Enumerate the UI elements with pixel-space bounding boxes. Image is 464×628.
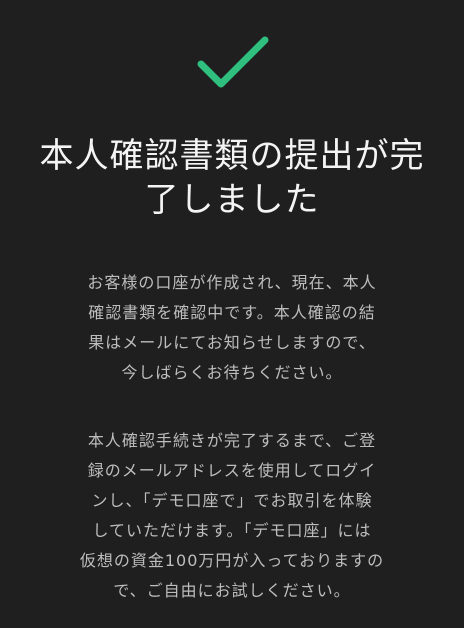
check-icon [197,36,269,88]
status-message: お客様の口座が作成され、現在、本人 確認書類を確認中です。本人確認の結 果はメー… [87,273,377,382]
confirmation-screen: 本人確認書類の提出が完 了しました お客様の口座が作成され、現在、本人 確認書類… [0,0,464,628]
page-title: 本人確認書類の提出が完 了しました [39,136,425,220]
demo-account-message: 本人確認手続きが完了するまで、ご登 録のメールアドレスを使用してログイ ンし、「… [79,431,385,600]
